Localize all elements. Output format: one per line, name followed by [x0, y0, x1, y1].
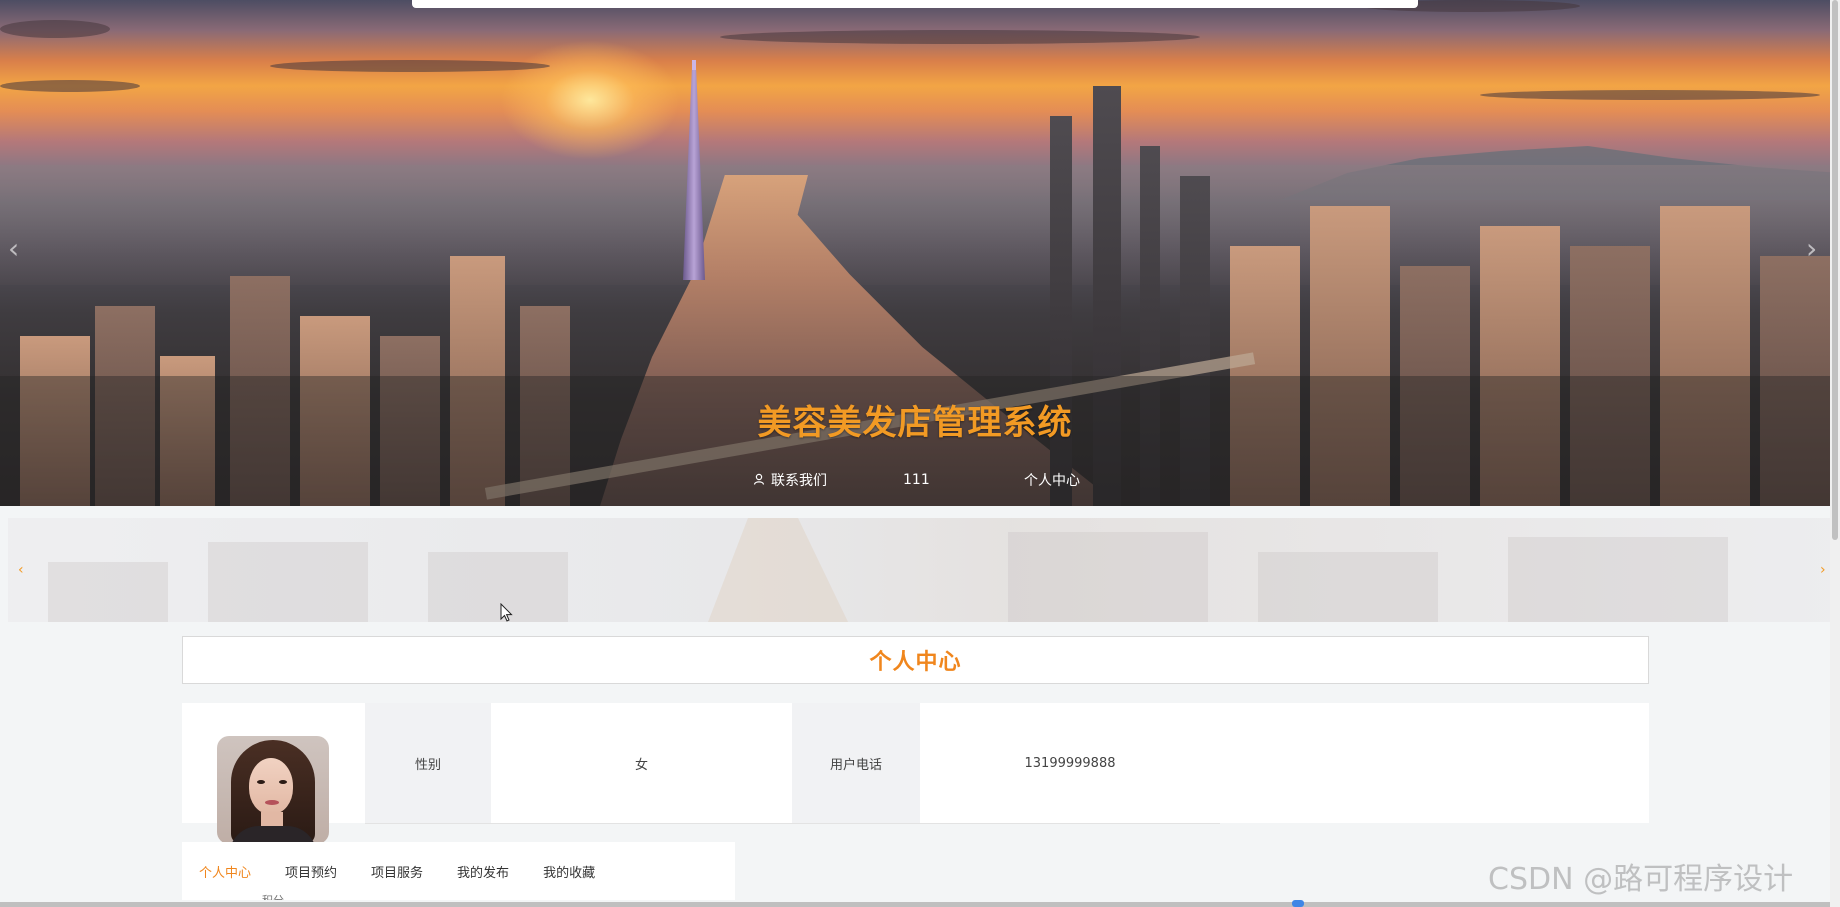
vertical-scrollbar-thumb[interactable]	[1832, 0, 1838, 540]
banner-river	[708, 518, 848, 622]
nav-user-name[interactable]: 111	[903, 468, 930, 492]
chevron-left-icon[interactable]: ‹	[18, 562, 24, 578]
profile-info-row: 性别 女 用户电话 13199999888	[182, 703, 1649, 844]
banner-building	[1508, 537, 1728, 622]
secondary-banner	[8, 518, 1830, 622]
tab-profile[interactable]: 个人中心	[199, 862, 251, 881]
horizontal-scrollbar[interactable]	[0, 902, 1830, 907]
nav-contact[interactable]: 联系我们	[753, 468, 827, 492]
tab-appointments[interactable]: 项目预约	[285, 862, 337, 881]
banner-building	[1258, 552, 1438, 622]
section-title-box: 个人中心	[182, 636, 1649, 684]
gender-label: 性别	[365, 703, 491, 823]
banner-building	[1008, 532, 1208, 622]
sunset-sun	[500, 40, 680, 160]
cloud	[270, 60, 550, 72]
tab-extra-label: 积分	[262, 892, 284, 900]
phone-label: 用户电话	[792, 703, 920, 823]
avatar-cell	[182, 703, 365, 844]
cloud	[720, 30, 1200, 44]
cloud	[0, 80, 140, 92]
banner-building	[48, 562, 168, 622]
user-icon	[753, 473, 765, 488]
row-divider	[365, 823, 1220, 824]
cloud	[0, 20, 110, 38]
banner-building	[208, 542, 368, 622]
tab-services[interactable]: 项目服务	[371, 862, 423, 881]
gender-value: 女	[491, 703, 792, 823]
top-strip	[412, 0, 1418, 8]
banner-building	[428, 552, 568, 622]
tab-favorites[interactable]: 我的收藏	[543, 862, 595, 881]
section-title: 个人中心	[869, 650, 962, 675]
horizontal-scrollbar-thumb[interactable]	[1292, 900, 1304, 907]
chevron-right-icon[interactable]: ›	[1820, 562, 1826, 578]
mouse-cursor-icon	[500, 602, 514, 623]
site-title: 美容美发店管理系统	[757, 403, 1073, 443]
chevron-right-icon[interactable]: ›	[1806, 232, 1817, 265]
avatar	[217, 736, 329, 844]
tab-my-posts[interactable]: 我的发布	[457, 862, 509, 881]
cloud	[1480, 90, 1820, 100]
chevron-left-icon[interactable]: ‹	[8, 232, 19, 265]
phone-value: 13199999888	[920, 703, 1220, 823]
watermark: CSDN @路可程序设计	[1488, 862, 1794, 897]
nav-profile[interactable]: 个人中心	[1024, 468, 1080, 492]
nav-contact-label: 联系我们	[771, 473, 827, 489]
